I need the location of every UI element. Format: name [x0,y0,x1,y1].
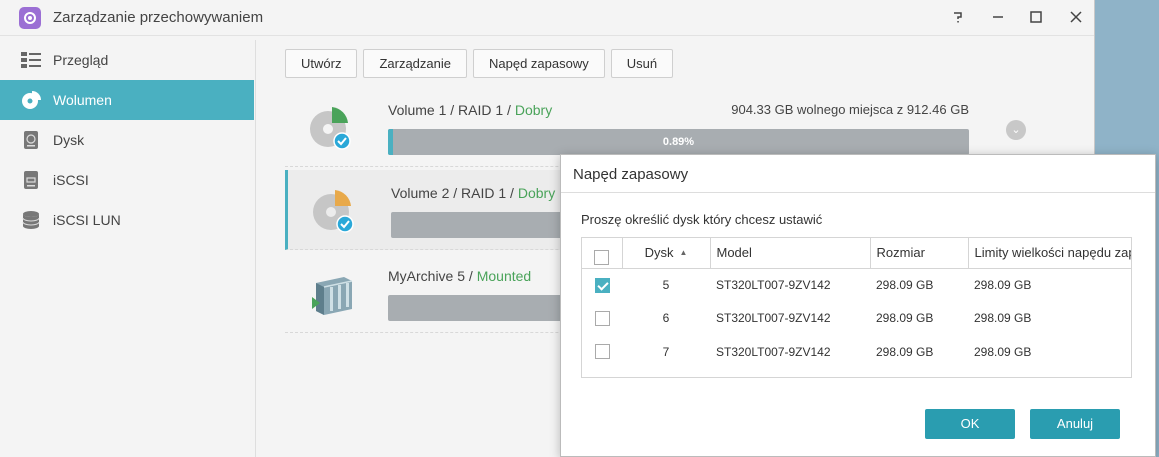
spare-drive-button[interactable]: Napęd zapasowy [473,49,605,78]
volume-disk-icon [311,186,359,234]
model-cell: ST320LT007-9ZV142 [716,344,831,359]
row-checkbox-cell[interactable] [582,268,622,302]
sidebar-item-label: Przegląd [53,52,109,68]
disk-icon [20,130,42,150]
separator: / [449,185,462,201]
column-label: Dysk [644,245,674,261]
spare-drive-dialog: Napęd zapasowy Proszę określić dysk któr… [560,154,1156,457]
volume-name: Volume 1 [388,102,447,118]
maximize-icon[interactable] [1023,4,1049,30]
title-bar: Zarządzanie przechowywaniem [0,0,1094,36]
separator: / [446,102,459,118]
status-badge: Dobry [517,185,556,201]
remove-button[interactable]: Usuń [610,49,674,78]
column-header-disk[interactable]: Dysk ▲ [622,238,711,269]
window-title: Zarządzanie przechowywaniem [53,9,264,26]
row-checkbox[interactable] [594,344,610,360]
iscsi-icon [20,170,42,190]
volume-name: Volume 2 [391,185,450,201]
volume-disk-icon [308,103,356,151]
sidebar-item-label: iSCSI [53,172,89,188]
limit-cell: 298.09 GB [974,278,1032,292]
sidebar-item-label: iSCSI LUN [53,212,121,228]
raid-level: RAID 1 [461,185,507,201]
sidebar: Przegląd Wolumen Dysk iSCSI iSCSI LUN [0,40,256,457]
archive-icon [308,269,356,317]
sidebar-item-label: Wolumen [53,92,112,108]
close-icon[interactable] [1063,4,1089,30]
sidebar-item-volume[interactable]: Wolumen [0,80,254,120]
manage-button[interactable]: Zarządzanie [363,49,467,78]
sort-ascending-icon: ▲ [679,248,688,258]
row-checkbox-cell[interactable] [582,335,622,369]
volume-icon [20,90,42,110]
free-space-text: 904.33 GB wolnego miejsca z 912.46 GB [731,102,969,117]
select-all-header[interactable] [582,238,623,269]
help-icon[interactable] [945,4,971,30]
disk-cell: 6 [662,311,670,326]
toolbar: Utwórz Zarządzanie Napęd zapasowy Usuń [285,49,674,78]
dialog-prompt: Proszę określić dysk który chcesz ustawi… [581,212,823,227]
row-checkbox[interactable] [594,310,610,326]
separator: / [506,185,518,201]
volume-name: MyArchive 5 [388,268,466,284]
sidebar-item-iscsi-lun[interactable]: iSCSI LUN [0,200,255,240]
column-header-model[interactable]: Model [710,238,871,269]
volume-title: Volume 1 / RAID 1 / Dobry [388,102,552,118]
separator: / [465,268,477,284]
size-cell: 298.09 GB [876,344,934,359]
limit-cell: 298.09 GB [974,344,1032,359]
size-cell: 298.09 GB [876,278,934,292]
raid-level: RAID 1 [458,102,504,118]
disk-cell: 5 [662,278,670,292]
list-icon [20,50,42,70]
volume-title: Volume 2 / RAID 1 / Dobry [391,185,555,201]
status-badge: Mounted [476,268,532,284]
sidebar-item-overview[interactable]: Przegląd [0,40,255,80]
table-row[interactable]: 5 ST320LT007-9ZV142 298.09 GB 298.09 GB [582,268,1131,302]
cancel-button[interactable]: Anuluj [1030,409,1120,439]
ok-button[interactable]: OK [925,409,1015,439]
sidebar-item-label: Dysk [53,132,85,148]
separator: / [503,102,515,118]
sidebar-item-disk[interactable]: Dysk [0,120,255,160]
create-button[interactable]: Utwórz [285,49,358,78]
column-header-limit[interactable]: Limity wielkości napędu zap [968,238,1131,269]
row-checkbox[interactable] [594,277,610,293]
limit-cell: 298.09 GB [974,311,1032,326]
column-header-size[interactable]: Rozmiar [870,238,969,269]
disk-cell: 7 [662,344,670,359]
usage-percent: 0.89% [662,136,695,148]
status-badge: Dobry [514,102,553,118]
usage-bar: 0.89% [388,129,969,155]
size-cell: 298.09 GB [876,311,934,326]
table-row[interactable]: 7 ST320LT007-9ZV142 298.09 GB 298.09 GB [582,335,1131,369]
database-icon [20,210,42,230]
disk-table: Dysk ▲ Model Rozmiar Limity wielkości nap… [581,237,1132,378]
app-icon [19,7,41,29]
model-cell: ST320LT007-9ZV142 [716,311,831,326]
table-header: Dysk ▲ Model Rozmiar Limity wielkości nap… [582,238,1131,269]
sidebar-item-iscsi[interactable]: iSCSI [0,160,255,200]
volume-title: MyArchive 5 / Mounted [388,268,531,284]
model-cell: ST320LT007-9ZV142 [716,278,831,292]
select-all-checkbox[interactable] [594,250,610,266]
chevron-down-icon[interactable]: ⌄ [1006,120,1026,140]
minimize-icon[interactable] [985,4,1011,30]
dialog-title: Napęd zapasowy [561,155,1155,193]
table-row[interactable]: 6 ST320LT007-9ZV142 298.09 GB 298.09 GB [582,302,1131,336]
row-checkbox-cell[interactable] [582,302,622,336]
